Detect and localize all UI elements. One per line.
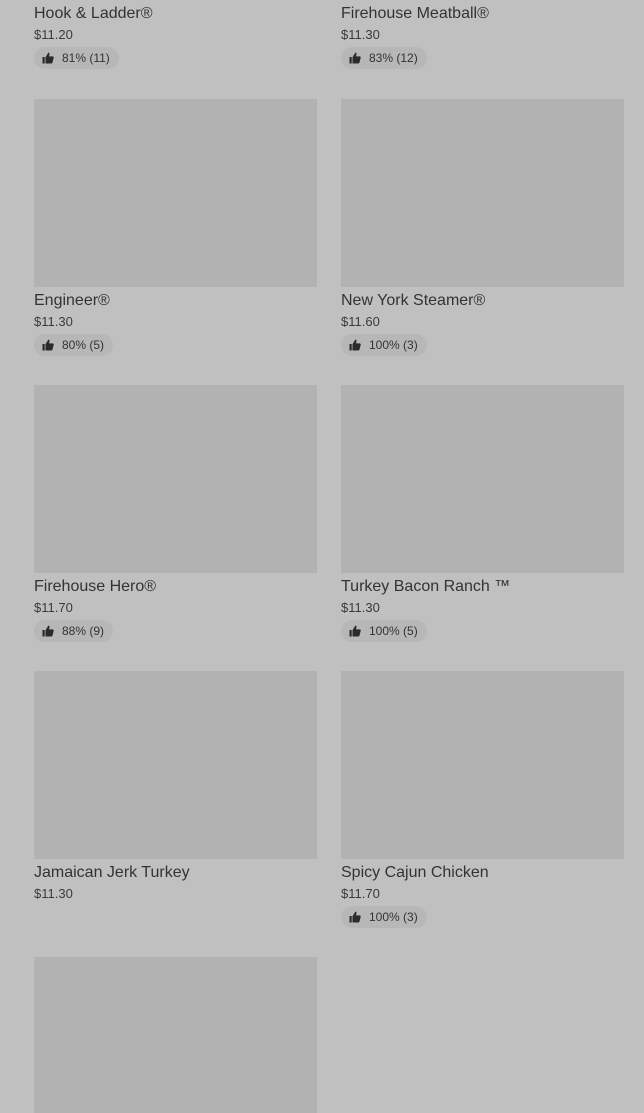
thumbs-up-icon bbox=[42, 625, 54, 637]
menu-item-image[interactable] bbox=[34, 385, 317, 573]
menu-item-price: $11.30 bbox=[341, 27, 380, 42]
thumbs-up-icon bbox=[42, 339, 54, 351]
rating-value: 81% (11) bbox=[62, 51, 110, 65]
rating-value: 100% (3) bbox=[369, 910, 418, 924]
menu-item-name[interactable]: Firehouse Meatball® bbox=[341, 4, 624, 24]
menu-item-image[interactable] bbox=[341, 385, 624, 573]
rating-value: 80% (5) bbox=[62, 338, 105, 352]
menu-item-image[interactable] bbox=[341, 671, 624, 859]
menu-item-name[interactable]: Jamaican Jerk Turkey bbox=[34, 863, 317, 883]
rating-value: 100% (5) bbox=[369, 624, 418, 638]
menu-item-image[interactable] bbox=[34, 99, 317, 287]
menu-item-price: $11.30 bbox=[34, 886, 73, 901]
menu-item-name[interactable]: Spicy Cajun Chicken bbox=[341, 863, 624, 883]
thumbs-up-icon bbox=[349, 339, 361, 351]
menu-item-price: $11.60 bbox=[341, 314, 380, 329]
menu-item-name[interactable]: Hook & Ladder® bbox=[34, 4, 317, 24]
menu-item-card[interactable]: Firehouse Meatball® $11.30 83% (12) bbox=[341, 0, 624, 69]
menu-item-card[interactable]: Firehouse Hero® $11.70 88% (9) bbox=[34, 385, 317, 642]
thumbs-up-icon bbox=[349, 911, 361, 923]
menu-item-card[interactable]: Turkey Bacon Ranch ™ $11.30 100% (5) bbox=[341, 385, 624, 642]
rating-badge: 100% (5) bbox=[341, 620, 427, 642]
menu-item-price: $11.30 bbox=[341, 600, 380, 615]
menu-item-name[interactable]: New York Steamer® bbox=[341, 291, 624, 311]
menu-item-price: $11.20 bbox=[34, 27, 73, 42]
rating-value: 100% (3) bbox=[369, 338, 418, 352]
thumbs-up-icon bbox=[42, 52, 54, 64]
rating-badge: 100% (3) bbox=[341, 906, 427, 928]
thumbs-up-icon bbox=[349, 625, 361, 637]
rating-badge: 80% (5) bbox=[34, 334, 114, 356]
menu-item-card[interactable]: Engineer® $11.30 80% (5) bbox=[34, 99, 317, 356]
rating-badge: 83% (12) bbox=[341, 47, 427, 69]
rating-value: 88% (9) bbox=[62, 624, 105, 638]
menu-item-name[interactable]: Firehouse Hero® bbox=[34, 577, 317, 597]
menu-item-image[interactable] bbox=[34, 671, 317, 859]
menu-item-price: $11.70 bbox=[34, 600, 73, 615]
menu-item-card[interactable]: Jamaican Jerk Turkey $11.30 bbox=[34, 671, 317, 902]
menu-item-card[interactable]: New York Steamer® $11.60 100% (3) bbox=[341, 99, 624, 356]
rating-badge: 88% (9) bbox=[34, 620, 114, 642]
thumbs-up-icon bbox=[349, 52, 361, 64]
menu-item-image[interactable] bbox=[341, 99, 624, 287]
rating-value: 83% (12) bbox=[369, 51, 418, 65]
menu-item-card[interactable]: Spicy Cajun Chicken $11.70 100% (3) bbox=[341, 671, 624, 928]
menu-item-card[interactable] bbox=[34, 957, 317, 1113]
menu-item-name[interactable]: Engineer® bbox=[34, 291, 317, 311]
rating-badge: 81% (11) bbox=[34, 47, 119, 69]
menu-item-price: $11.70 bbox=[341, 886, 380, 901]
rating-badge: 100% (3) bbox=[341, 334, 427, 356]
menu-item-name[interactable]: Turkey Bacon Ranch ™ bbox=[341, 577, 624, 597]
menu-item-price: $11.30 bbox=[34, 314, 73, 329]
menu-item-image[interactable] bbox=[34, 957, 317, 1113]
menu-item-card[interactable]: Hook & Ladder® $11.20 81% (11) bbox=[34, 0, 317, 69]
